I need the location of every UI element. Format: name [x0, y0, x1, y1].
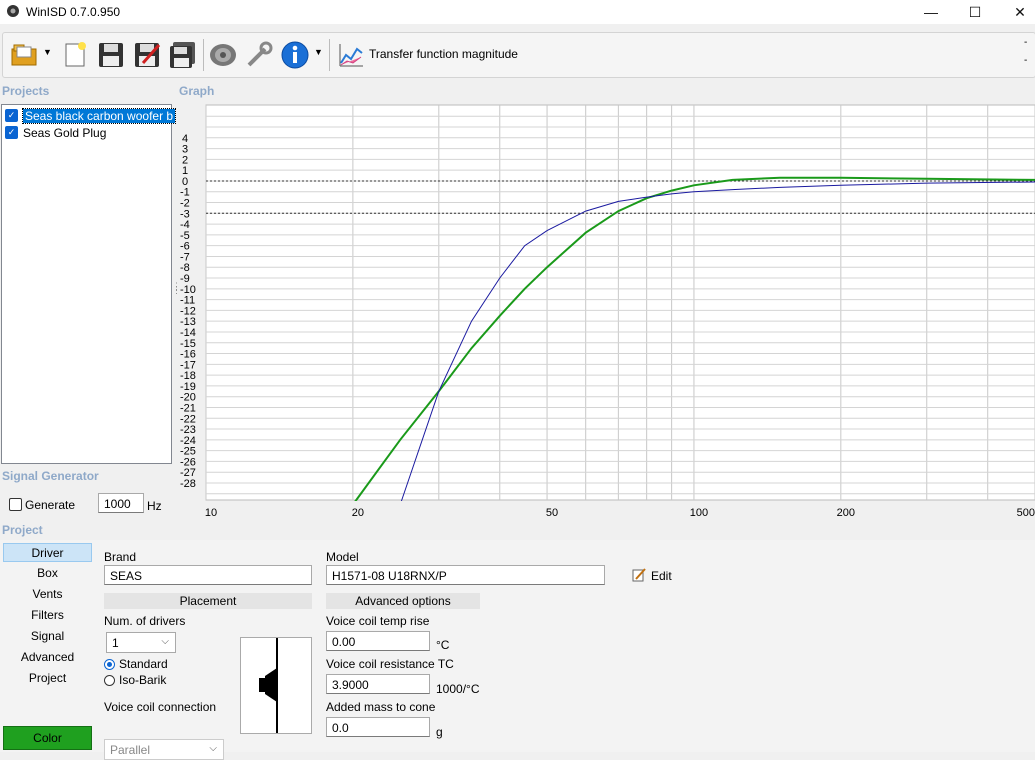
project-name: Seas black carbon woofer b [21, 107, 177, 124]
added-mass-field[interactable]: 0.0 [326, 717, 430, 737]
graph-type-label[interactable]: Transfer function magnitude [369, 47, 518, 61]
num-drivers-select[interactable]: 1 ⌵ [106, 632, 176, 653]
minimize-button[interactable]: — [908, 0, 954, 24]
x-tick-label: 10 [205, 507, 217, 519]
open-folder-icon[interactable] [9, 39, 41, 71]
graph-type-icon[interactable] [335, 39, 367, 71]
num-drivers-label: Num. of drivers [104, 614, 186, 628]
info-dropdown-icon[interactable]: ▼ [314, 47, 323, 57]
iso-barik-radio[interactable]: Iso-Barik [104, 673, 166, 687]
nav-box[interactable]: Box [3, 564, 92, 583]
chevron-down-icon: ⌵ [161, 636, 169, 647]
vc-temp-label: Voice coil temp rise [326, 614, 430, 628]
vc-res-label: Voice coil resistance TC [326, 657, 454, 671]
close-button[interactable]: ✕ [997, 0, 1035, 24]
nav-advanced[interactable]: Advanced [3, 648, 92, 667]
nav-project[interactable]: Project [3, 669, 92, 688]
frequency-unit: Hz [147, 499, 162, 513]
x-tick-label: 100 [690, 507, 708, 519]
color-button[interactable]: Color [3, 726, 92, 750]
generate-checkbox[interactable] [9, 498, 22, 511]
generate-label: Generate [25, 498, 76, 512]
vc-connection-label: Voice coil connection [104, 700, 217, 714]
plot-area [205, 104, 1035, 501]
toolbar-separator [203, 39, 204, 71]
new-document-icon[interactable] [59, 39, 91, 71]
iso-barik-label: Iso-Barik [119, 673, 167, 687]
vc-res-field[interactable]: 3.9000 [326, 674, 430, 694]
save-icon[interactable] [95, 39, 127, 71]
vc-connection-value: Parallel [110, 743, 151, 757]
radio-indicator [104, 675, 115, 686]
frequency-input[interactable]: 1000 [98, 493, 144, 513]
driver-placement-icon [259, 638, 278, 733]
num-drivers-value: 1 [112, 636, 119, 650]
nav-filters[interactable]: Filters [3, 606, 92, 625]
model-field[interactable]: H1571-08 U18RNX/P [326, 565, 605, 585]
toolbar: ▼ ▼ Transfer function magnitude - - [2, 32, 1035, 78]
vc-temp-field[interactable]: 0.00 [326, 631, 430, 651]
vc-res-unit: 1000/°C [436, 682, 480, 696]
project-checkbox[interactable]: ✓ [5, 126, 18, 139]
nav-vents[interactable]: Vents [3, 585, 92, 604]
driver-speaker-icon[interactable] [207, 39, 239, 71]
vc-connection-select[interactable]: Parallel ⌵ [104, 739, 224, 760]
open-dropdown-icon[interactable]: ▼ [43, 47, 52, 57]
project-item[interactable]: ✓ Seas Gold Plug [5, 125, 106, 140]
nav-driver[interactable]: Driver [3, 543, 92, 562]
info-icon[interactable] [279, 39, 311, 71]
edit-icon[interactable] [632, 568, 646, 585]
toolbar-separator [329, 39, 330, 71]
placement-header: Placement [104, 593, 312, 609]
project-item[interactable]: ✓ Seas black carbon woofer b [5, 107, 177, 124]
app-icon [6, 4, 20, 21]
model-label: Model [326, 550, 359, 564]
x-tick-label: 200 [837, 507, 855, 519]
y-tick-label: -28 [180, 478, 196, 490]
radio-indicator [104, 659, 115, 670]
title-bar: WinISD 0.7.0.950 — ☐ ✕ [0, 0, 1035, 24]
brand-label: Brand [104, 550, 137, 564]
save-as-icon[interactable] [131, 39, 163, 71]
edit-button[interactable]: Edit [651, 569, 672, 583]
added-mass-unit: g [436, 725, 443, 739]
save-all-icon[interactable] [167, 39, 199, 71]
added-mass-label: Added mass to cone [326, 700, 436, 714]
maximize-button[interactable]: ☐ [952, 0, 998, 24]
projects-list[interactable]: ✓ Seas black carbon woofer b ✓ Seas Gold… [1, 104, 177, 464]
nav-signal[interactable]: Signal [3, 627, 92, 646]
brand-field[interactable]: SEAS [104, 565, 312, 585]
tools-wrench-icon[interactable] [243, 39, 275, 71]
standard-radio[interactable]: Standard [104, 657, 168, 671]
transfer-function-chart[interactable]: 43210-1-2-3-4-5-6-7-8-9-10-11-12-13-14-1… [176, 100, 1035, 520]
placement-diagram [240, 637, 312, 734]
graph-label: Graph [179, 84, 215, 98]
x-tick-label: 500 [1017, 507, 1035, 519]
signal-generator-label: Signal Generator [2, 469, 99, 483]
project-name: Seas Gold Plug [23, 125, 107, 140]
chevron-down-icon: ⌵ [209, 743, 217, 754]
pin-button[interactable]: - [1024, 37, 1027, 48]
vc-temp-unit: °C [436, 638, 450, 652]
advanced-options-header: Advanced options [326, 593, 480, 609]
projects-label: Projects [2, 84, 50, 98]
standard-label: Standard [119, 657, 168, 671]
project-section-label: Project [2, 523, 43, 537]
window-title: WinISD 0.7.0.950 [26, 5, 121, 19]
x-tick-label: 50 [546, 507, 558, 519]
axis-background [176, 501, 1035, 520]
project-checkbox[interactable]: ✓ [5, 109, 18, 122]
x-tick-label: 20 [352, 507, 364, 519]
pin-button-2[interactable]: - [1024, 55, 1027, 66]
